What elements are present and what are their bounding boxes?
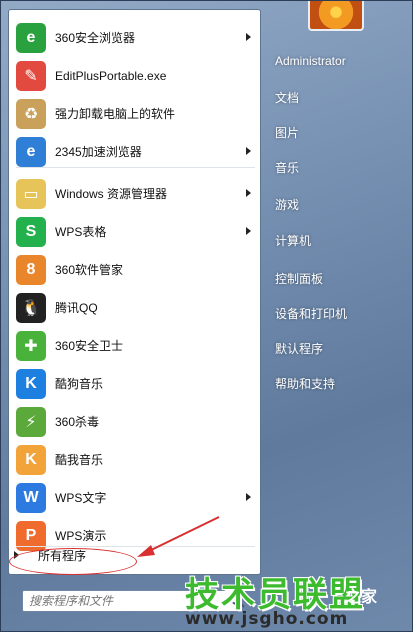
360-browser-icon: e [16,22,46,53]
program-item[interactable]: e 360安全浏览器 [12,19,259,56]
watermark-url: www.jsgho.com [185,609,349,629]
360-software-manager-icon: 8 [16,254,46,285]
program-item[interactable]: K 酷我音乐 [12,441,259,478]
program-item[interactable]: ⚡ 360杀毒 [12,403,259,440]
program-label: 2345加速浏览器 [55,145,142,159]
right-pane-link[interactable]: 设备和打印机 [268,299,406,327]
wps-spreadsheet-icon: S [16,216,46,247]
user-picture-flower[interactable] [308,1,364,31]
program-item[interactable]: ✎ EditPlusPortable.exe [12,57,259,94]
explorer-folder-icon: ▭ [16,178,46,209]
start-menu: e 360安全浏览器 ✎ EditPlusPortable.exe ♻ 强力卸载电脑上的软… [0,0,413,632]
right-pane-link[interactable]: 音乐 [268,153,406,181]
annotation-arrow [137,516,220,557]
2345-browser-icon: e [16,136,46,167]
right-pane-link[interactable]: 图片 [268,118,406,146]
program-label: WPS演示 [55,529,107,543]
program-label: WPS文字 [55,491,107,505]
program-item[interactable]: ✚ 360安全卫士 [12,327,259,364]
highlight-oval [9,548,137,575]
right-pane-link[interactable]: 游戏 [268,190,406,218]
program-item[interactable]: S WPS表格 [12,213,259,250]
360-antivirus-icon: ⚡ [16,406,46,437]
program-label: 360杀毒 [55,415,100,429]
program-item[interactable]: ♻ 强力卸载电脑上的软件 [12,95,259,132]
editplus-icon: ✎ [16,60,46,91]
program-label: 酷我音乐 [55,453,104,467]
program-label: 360安全浏览器 [55,31,136,45]
program-item[interactable]: 8 360软件管家 [12,251,259,288]
right-pane-link[interactable]: 控制面板 [268,264,406,292]
submenu-arrow-icon[interactable] [246,493,251,501]
watermark: 技术员联盟 之家 www.jsgho.com [179,567,411,631]
submenu-arrow-icon[interactable] [246,33,251,41]
360-security-icon: ✚ [16,330,46,361]
wps-writer-icon: W [16,482,46,513]
submenu-arrow-icon[interactable] [246,227,251,235]
program-label: 酷狗音乐 [55,377,104,391]
program-label: 强力卸载电脑上的软件 [55,107,176,121]
kuwo-music-icon: K [16,444,46,475]
program-label: 360安全卫士 [55,339,124,353]
program-item[interactable]: 🐧 腾讯QQ [12,289,259,326]
program-label: WPS表格 [55,225,107,239]
program-item[interactable]: e 2345加速浏览器 [12,133,259,170]
right-pane-link[interactable]: 帮助和支持 [268,369,406,397]
submenu-arrow-icon[interactable] [246,189,251,197]
program-item[interactable]: K 酷狗音乐 [12,365,259,402]
uninstall-box-icon: ♻ [16,98,46,129]
program-label: EditPlusPortable.exe [55,68,167,83]
right-pane-link[interactable]: 文档 [268,83,406,111]
watermark-suffix: 之家 [345,589,378,606]
qq-penguin-icon: 🐧 [16,292,46,323]
kugou-music-icon: K [16,368,46,399]
right-pane-link[interactable]: 默认程序 [268,334,406,362]
program-label: 腾讯QQ [55,301,98,315]
program-label: 360软件管家 [55,263,124,277]
separator [16,167,255,168]
user-name-link[interactable]: Administrator [268,47,406,75]
program-label: Windows 资源管理器 [55,187,168,201]
programs-pane: e 360安全浏览器 ✎ EditPlusPortable.exe ♻ 强力卸载电脑上的软… [8,9,261,575]
program-item[interactable]: ▭ Windows 资源管理器 [12,175,259,212]
submenu-arrow-icon[interactable] [246,147,251,155]
right-pane-link[interactable]: 计算机 [268,226,406,254]
